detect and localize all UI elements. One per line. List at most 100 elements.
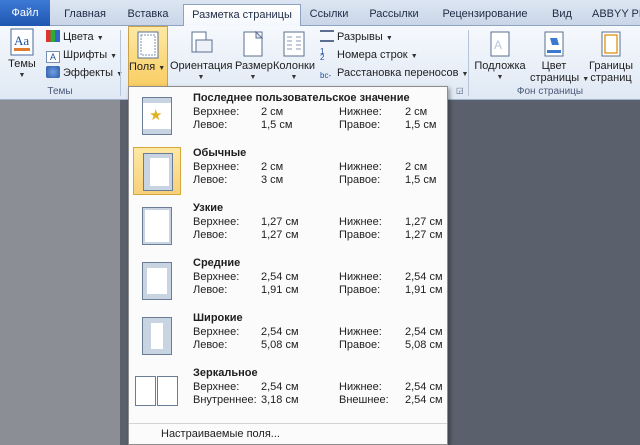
margin-shade (169, 154, 172, 190)
line-numbers-icon: 12 (320, 47, 325, 62)
right-value: 1,5 см (405, 174, 437, 186)
watermark-icon: A (490, 31, 510, 57)
page-setup-launcher-icon[interactable]: ◲ (456, 86, 464, 95)
chevron-down-icon: ▼ (249, 74, 257, 81)
hyphenation-button[interactable]: bc- Расстановка переносов ▼ (320, 65, 468, 81)
custom-margins-menu-item[interactable]: Настраиваемые поля... (129, 423, 447, 443)
ribbon-tab-bar: Файл Главная Вставка Разметка страницы С… (0, 0, 640, 27)
columns-icon (283, 31, 305, 57)
tab-page-layout[interactable]: Разметка страницы (183, 4, 301, 27)
margin-option-name: Средние (193, 257, 241, 269)
columns-button[interactable]: Колонки ▼ (272, 30, 316, 84)
top-value: 2 см (261, 106, 284, 118)
margin-option-last-custom[interactable]: ★ Последнее пользовательское значение Ве… (129, 89, 447, 143)
hyphenation-icon: bc- (320, 71, 332, 80)
tab-review[interactable]: Рецензирование (436, 4, 534, 26)
margin-shade (143, 129, 171, 134)
effects-label: Эффекты (63, 67, 114, 79)
tab-home[interactable]: Главная (60, 4, 110, 26)
chevron-down-icon: ▼ (290, 74, 298, 81)
tab-insert[interactable]: Вставка (122, 4, 174, 26)
chevron-down-icon: ▼ (410, 53, 418, 60)
left-label: Левое: (193, 229, 228, 241)
effects-button[interactable]: Эффекты ▼ (46, 65, 123, 81)
page-thumbnail-icon (142, 317, 172, 355)
top-label: Верхнее: (193, 381, 240, 393)
left-value: 3 см (261, 174, 284, 186)
margin-option-moderate[interactable]: Средние Верхнее: 2,54 см Нижнее: 2,54 см… (129, 254, 447, 308)
margin-option-narrow[interactable]: Узкие Верхнее: 1,27 см Нижнее: 1,27 см Л… (129, 199, 447, 253)
fonts-label: Шрифты (63, 49, 108, 61)
hyphenation-label: Расстановка переносов (337, 67, 459, 79)
bottom-value: 2,54 см (405, 271, 443, 283)
left-label: Левое: (193, 119, 228, 131)
page-borders-label-1: Границы (589, 60, 633, 72)
fonts-button[interactable]: A Шрифты ▼ (46, 47, 117, 63)
orientation-button[interactable]: Ориентация ▼ (170, 30, 232, 84)
margin-option-wide[interactable]: Широкие Верхнее: 2,54 см Нижнее: 2,54 см… (129, 309, 447, 363)
inside-value: 3,18 см (261, 394, 299, 406)
size-icon (243, 30, 264, 57)
top-label: Верхнее: (193, 216, 240, 228)
margin-option-normal[interactable]: Обычные Верхнее: 2 см Нижнее: 2 см Левое… (129, 144, 447, 198)
page-thumbnail-icon (142, 262, 172, 300)
tab-references[interactable]: Ссылки (306, 4, 352, 26)
colors-button[interactable]: Цвета ▼ (46, 29, 104, 45)
margin-shade (143, 98, 171, 103)
left-value: 1,91 см (261, 284, 299, 296)
chevron-down-icon: ▼ (158, 65, 166, 72)
right-value: 1,91 см (405, 284, 443, 296)
themes-icon: Aa (10, 28, 34, 56)
breaks-icon (320, 30, 334, 42)
page-color-button[interactable]: Цвет страницы ▼ (530, 30, 589, 86)
margins-dropdown: ★ Последнее пользовательское значение Ве… (128, 86, 448, 445)
bottom-value: 1,27 см (405, 216, 443, 228)
margin-shade (169, 208, 171, 244)
svg-text:Aa: Aa (14, 33, 29, 48)
size-button[interactable]: Размер ▼ (235, 30, 273, 84)
outside-value: 2,54 см (405, 394, 443, 406)
margin-shade (136, 377, 141, 405)
page-borders-button[interactable]: Границы страниц (586, 30, 636, 84)
line-numbers-button[interactable]: 1 2 Номера строк ▼ (320, 47, 418, 63)
themes-group-label: Темы (47, 86, 73, 97)
watermark-button[interactable]: A Подложка ▼ (472, 30, 528, 84)
chevron-down-icon: ▼ (110, 53, 118, 60)
top-label: Верхнее: (193, 271, 240, 283)
margin-shade (163, 318, 171, 354)
bottom-value: 2,54 см (405, 381, 443, 393)
breaks-button[interactable]: Разрывы ▼ (320, 29, 393, 45)
chevron-down-icon: ▼ (496, 74, 504, 81)
bottom-label: Нижнее: (339, 216, 382, 228)
tab-file[interactable]: Файл (0, 0, 50, 26)
left-label: Левое: (193, 339, 228, 351)
left-label: Левое: (193, 284, 228, 296)
chevron-down-icon: ▼ (197, 74, 205, 81)
star-icon: ★ (149, 107, 163, 124)
bottom-label: Нижнее: (339, 326, 382, 338)
page-background-group-label: Фон страницы (516, 86, 584, 97)
margin-shade (143, 242, 171, 244)
top-value: 2,54 см (261, 326, 299, 338)
right-value: 1,5 см (405, 119, 437, 131)
margin-option-name: Широкие (193, 312, 243, 324)
page-thumbnail-icon (135, 376, 156, 406)
bottom-label: Нижнее: (339, 381, 382, 393)
themes-button[interactable]: Aa Темы ▼ (6, 28, 38, 82)
tab-mailings[interactable]: Рассылки (366, 4, 422, 26)
bottom-value: 2,54 см (405, 326, 443, 338)
right-label: Правое: (339, 119, 381, 131)
margin-shade (143, 208, 171, 210)
tab-view[interactable]: Вид (548, 4, 576, 26)
margin-shade (144, 154, 150, 190)
custom-margins-label: Настраиваемые поля... (161, 428, 280, 440)
tab-abbyy[interactable]: ABBYY PD (592, 4, 640, 26)
orientation-icon (191, 31, 213, 53)
bottom-value: 2 см (405, 161, 428, 173)
top-value: 2,54 см (261, 381, 299, 393)
page-thumbnail-icon (142, 207, 172, 245)
left-value: 1,27 см (261, 229, 299, 241)
margin-option-mirrored[interactable]: Зеркальное Верхнее: 2,54 см Нижнее: 2,54… (129, 364, 447, 418)
top-label: Верхнее: (193, 161, 240, 173)
margin-shade (167, 263, 171, 299)
